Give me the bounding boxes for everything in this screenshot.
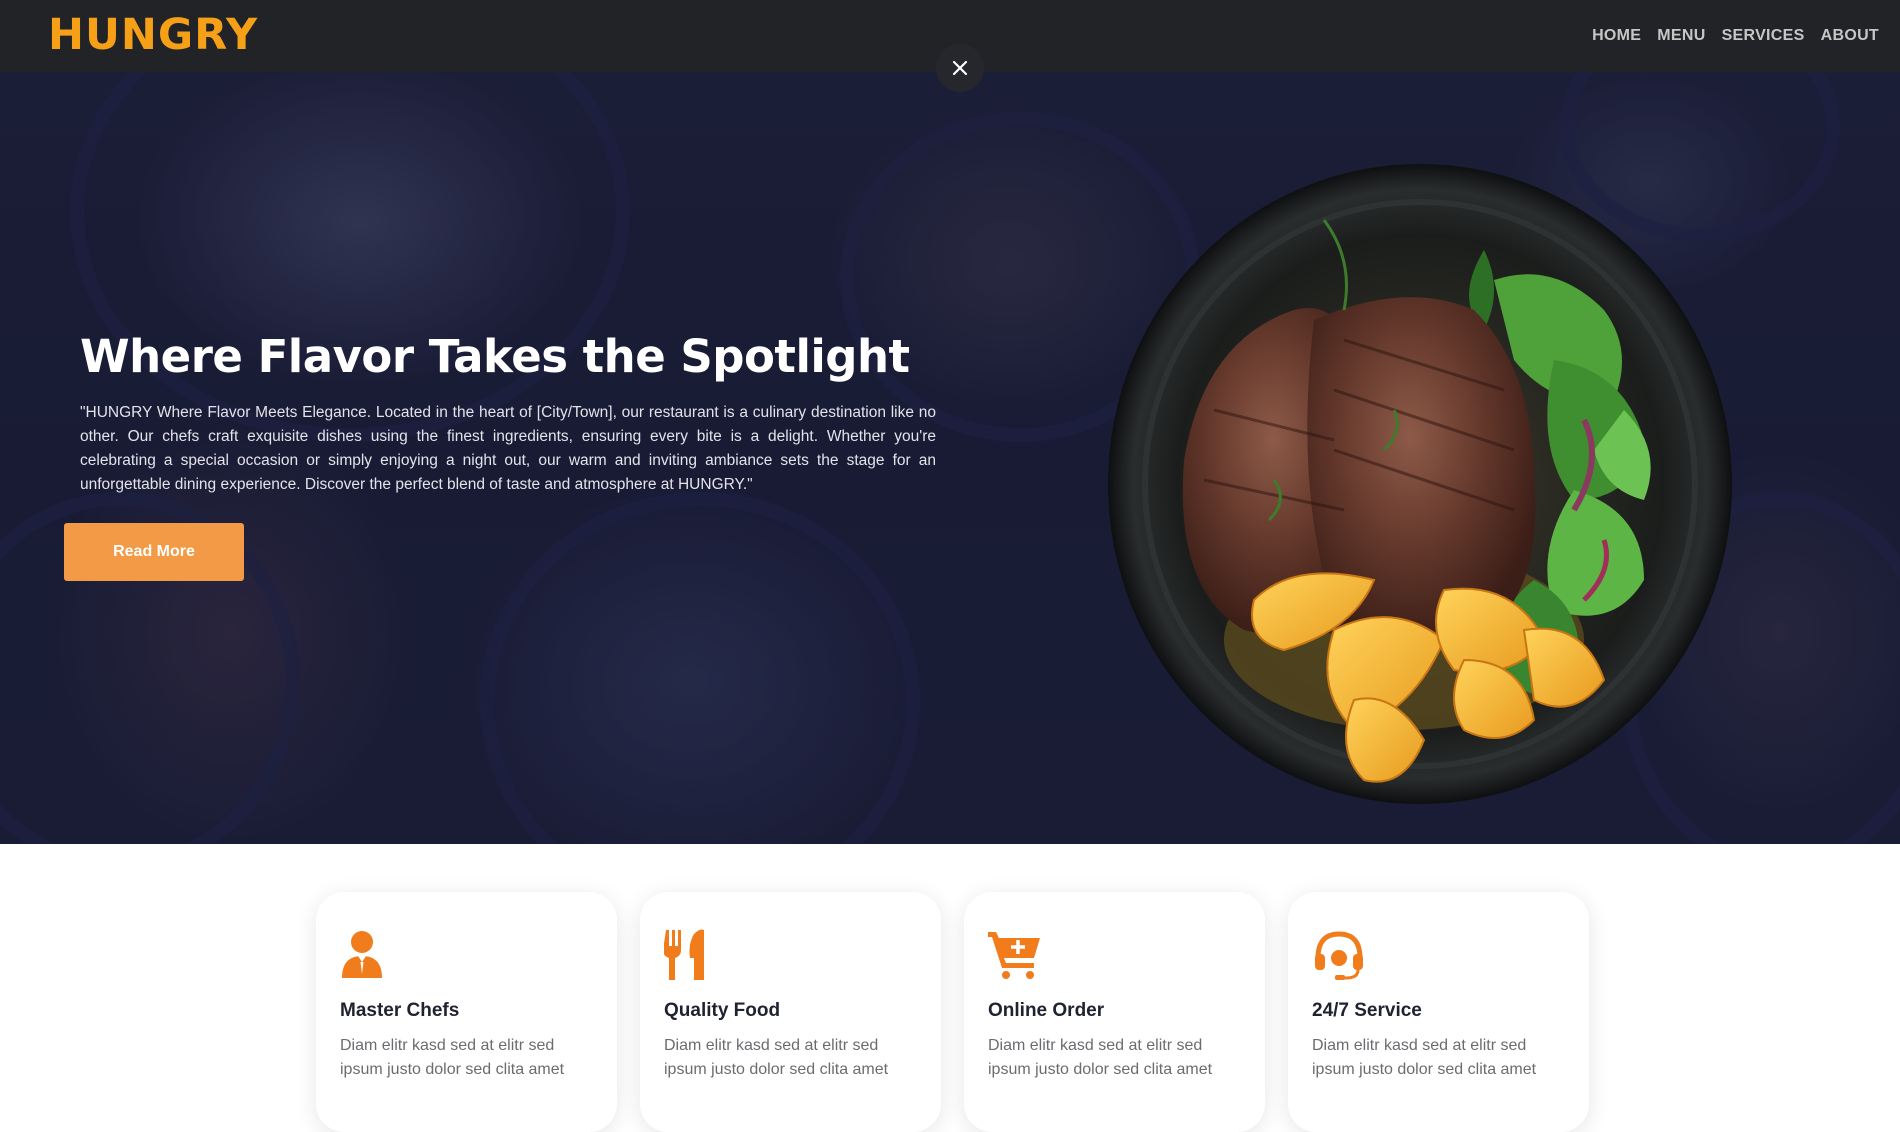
nav-link-home[interactable]: HOME <box>1592 27 1641 45</box>
nav-links: HOME MENU SERVICES ABOUT <box>1592 27 1879 45</box>
read-more-button[interactable]: Read More <box>64 523 244 581</box>
brand-logo[interactable]: HUNGRY <box>48 10 258 60</box>
card-text: Diam elitr kasd sed at elitr sed ipsum j… <box>988 1037 1213 1078</box>
card-title: Master Chefs <box>340 1000 460 1021</box>
steak-dish-image <box>1108 164 1732 804</box>
utensils-icon <box>664 929 704 980</box>
card-text: Diam elitr kasd sed at elitr sed ipsum j… <box>1312 1037 1537 1078</box>
service-card-online-order[interactable]: Online Order Diam elitr kasd sed at elit… <box>964 892 1265 1132</box>
service-card-master-chefs[interactable]: Master Chefs Diam elitr kasd sed at elit… <box>316 892 617 1132</box>
card-title: Quality Food <box>664 1000 781 1021</box>
nav-link-about[interactable]: ABOUT <box>1821 27 1879 45</box>
service-card-quality-food[interactable]: Quality Food Diam elitr kasd sed at elit… <box>640 892 941 1132</box>
service-card-24-7-service[interactable]: 24/7 Service Diam elitr kasd sed at elit… <box>1288 892 1589 1132</box>
hero-description: "HUNGRY Where Flavor Meets Elegance. Loc… <box>80 404 936 493</box>
card-text: Diam elitr kasd sed at elitr sed ipsum j… <box>340 1037 565 1078</box>
close-icon <box>952 60 968 76</box>
card-title: Online Order <box>988 1000 1105 1021</box>
hero-section: Where Flavor Takes the Spotlight "HUNGRY… <box>0 72 1900 844</box>
chef-icon <box>342 931 382 978</box>
card-title: 24/7 Service <box>1312 1000 1422 1021</box>
card-text: Diam elitr kasd sed at elitr sed ipsum j… <box>664 1037 889 1078</box>
nav-link-menu[interactable]: MENU <box>1657 27 1705 45</box>
hero-title: Where Flavor Takes the Spotlight <box>80 330 910 383</box>
cart-plus-icon <box>988 932 1040 979</box>
headset-icon <box>1315 931 1363 980</box>
close-button[interactable] <box>936 44 984 92</box>
nav-link-services[interactable]: SERVICES <box>1722 27 1805 45</box>
services-section: Master Chefs Diam elitr kasd sed at elit… <box>316 892 1589 1132</box>
